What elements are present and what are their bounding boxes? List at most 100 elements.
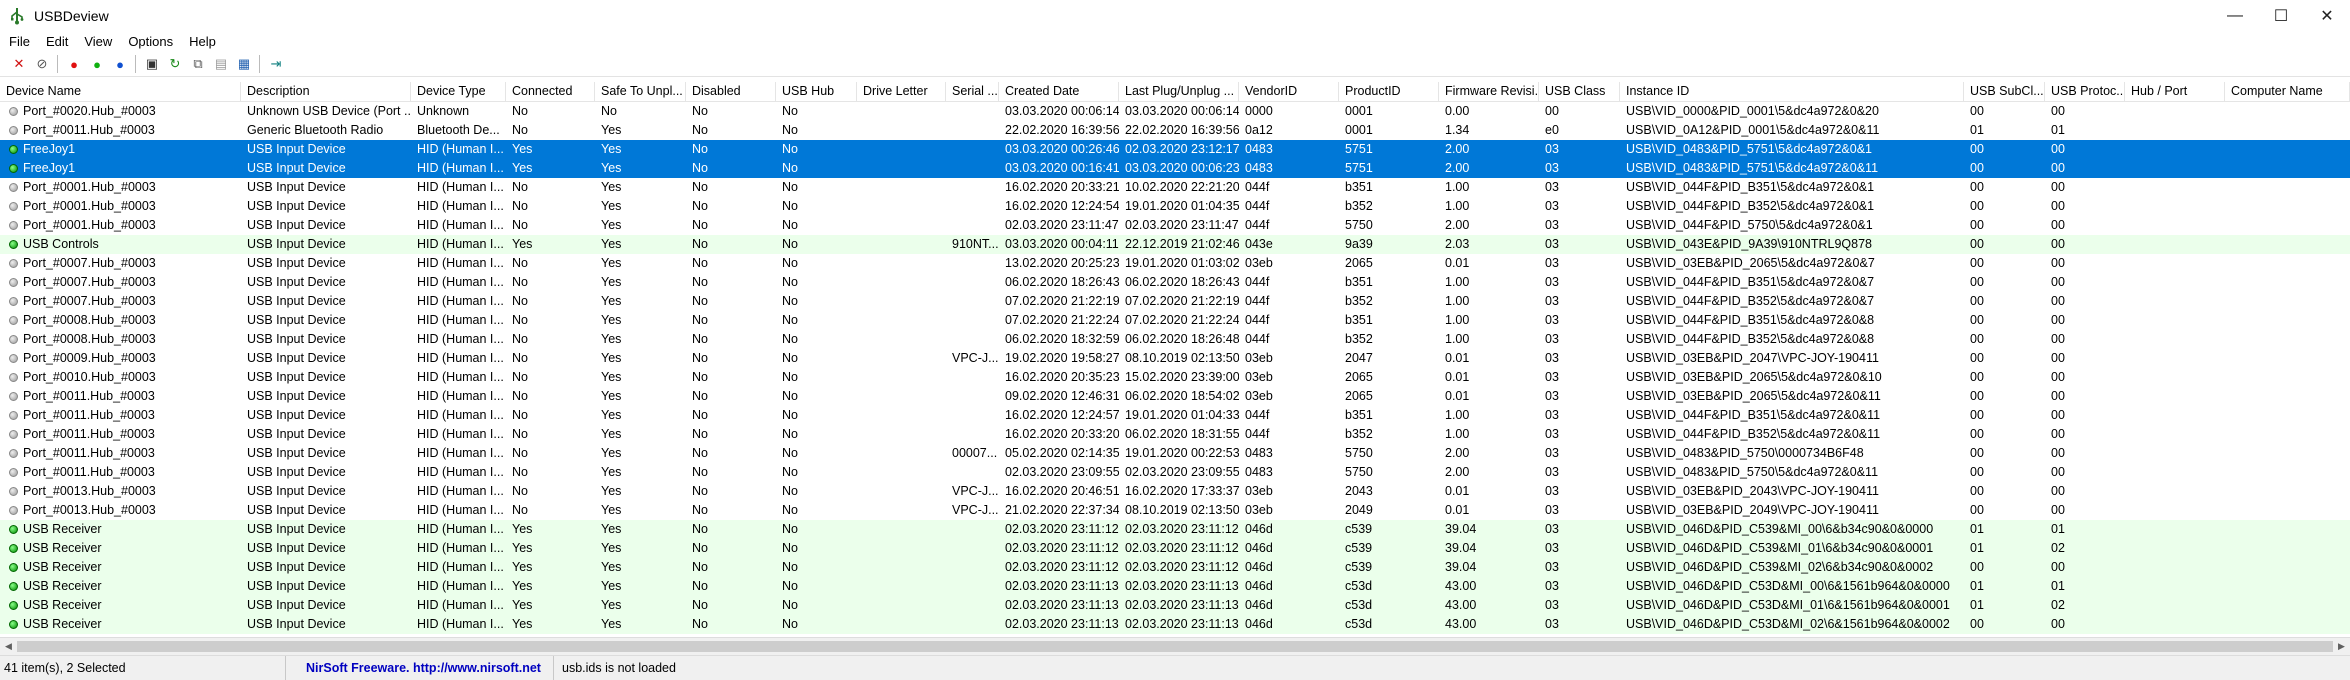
table-row[interactable]: USB Receiver USB Input Device HID (Human I… <box>0 558 2350 577</box>
table-row[interactable]: Port_#0008.Hub_#0003 USB Input Device HID … <box>0 311 2350 330</box>
table-cell: 01 <box>2051 579 2065 593</box>
refresh-icon[interactable]: ↻ <box>164 54 186 74</box>
table-cell: 044f <box>1245 294 1270 308</box>
table-cell: 03eb <box>1245 503 1273 517</box>
disconnect-red-icon[interactable]: ● <box>63 54 85 74</box>
close-button[interactable]: ✕ <box>2304 0 2350 31</box>
table-row[interactable]: Port_#0010.Hub_#0003 USB Input Device HID … <box>0 368 2350 387</box>
scroll-left-icon[interactable]: ◀ <box>0 638 17 655</box>
table-cell: 044f <box>1245 218 1270 232</box>
blue-dot-icon[interactable]: ● <box>109 54 131 74</box>
table-cell: No <box>512 123 528 137</box>
column-header[interactable]: Connected <box>506 82 595 101</box>
table-row[interactable]: USB Receiver USB Input Device HID (Human I… <box>0 520 2350 539</box>
menu-options[interactable]: Options <box>119 34 180 49</box>
table-row[interactable]: Port_#0011.Hub_#0003 USB Input Device HID … <box>0 387 2350 406</box>
menu-file[interactable]: File <box>0 34 37 49</box>
table-cell: Yes <box>512 522 533 536</box>
column-header[interactable]: Description <box>241 82 411 101</box>
table-row[interactable]: Port_#0008.Hub_#0003 USB Input Device HID … <box>0 330 2350 349</box>
column-header[interactable]: Instance ID <box>1620 82 1964 101</box>
column-header[interactable]: Disabled <box>686 82 776 101</box>
table-row[interactable]: FreeJoy1 USB Input Device HID (Human I... Y… <box>0 140 2350 159</box>
table-row[interactable]: Port_#0020.Hub_#0003 Unknown USB Device (… <box>0 102 2350 121</box>
scrollbar-thumb[interactable] <box>17 641 2333 652</box>
copy-icon[interactable]: ⧉ <box>187 54 209 74</box>
table-row[interactable]: Port_#0011.Hub_#0003 USB Input Device HID … <box>0 425 2350 444</box>
table-row[interactable]: Port_#0007.Hub_#0003 USB Input Device HID … <box>0 292 2350 311</box>
table-row[interactable]: Port_#0007.Hub_#0003 USB Input Device HID … <box>0 273 2350 292</box>
properties-icon[interactable]: ▦ <box>233 54 255 74</box>
table-row[interactable]: Port_#0011.Hub_#0003 USB Input Device HID … <box>0 406 2350 425</box>
menu-help[interactable]: Help <box>180 34 223 49</box>
table-row[interactable]: Port_#0013.Hub_#0003 USB Input Device HID … <box>0 501 2350 520</box>
column-header[interactable]: VendorID <box>1239 82 1339 101</box>
table-cell: 046d <box>1245 522 1273 536</box>
maximize-button[interactable]: ☐ <box>2258 0 2304 31</box>
table-cell: USB\VID_0483&PID_5751\5&dc4a972&0&1 <box>1626 142 1873 156</box>
table-row[interactable]: USB Controls USB Input Device HID (Human I… <box>0 235 2350 254</box>
table-row[interactable]: Port_#0007.Hub_#0003 USB Input Device HID … <box>0 254 2350 273</box>
table-cell: USB Input Device <box>247 598 346 612</box>
column-header[interactable]: Created Date <box>999 82 1119 101</box>
delete-icon[interactable]: ✕ <box>8 54 30 74</box>
table-cell: No <box>692 598 708 612</box>
scroll-right-icon[interactable]: ▶ <box>2333 638 2350 655</box>
table-cell: HID (Human I... <box>417 370 504 384</box>
table-row[interactable]: Port_#0011.Hub_#0003 USB Input Device HID … <box>0 444 2350 463</box>
column-header[interactable]: USB Class <box>1539 82 1620 101</box>
table-cell: USB\VID_03EB&PID_2065\5&dc4a972&0&11 <box>1626 389 1881 403</box>
exit-icon[interactable]: ⇥ <box>265 54 287 74</box>
column-header[interactable]: USB Protoc... <box>2045 82 2125 101</box>
column-header[interactable]: Device Type <box>411 82 506 101</box>
minimize-button[interactable]: — <box>2212 0 2258 31</box>
table-cell: 03 <box>1545 560 1559 574</box>
column-header[interactable]: Serial ... <box>946 82 999 101</box>
table-cell: 00 <box>1970 427 1984 441</box>
menu-edit[interactable]: Edit <box>37 34 75 49</box>
column-header[interactable]: USB Hub <box>776 82 857 101</box>
column-header[interactable]: Safe To Unpl... <box>595 82 686 101</box>
menu-view[interactable]: View <box>75 34 119 49</box>
table-row[interactable]: Port_#0013.Hub_#0003 USB Input Device HID … <box>0 482 2350 501</box>
table-cell: 0a12 <box>1245 123 1273 137</box>
table-row[interactable]: USB Receiver USB Input Device HID (Human I… <box>0 596 2350 615</box>
table-cell: No <box>782 142 798 156</box>
table-cell: 00007... <box>952 446 998 460</box>
horizontal-scrollbar[interactable]: ◀ ▶ <box>0 637 2350 655</box>
column-header[interactable]: Firmware Revisi... <box>1439 82 1539 101</box>
table-row[interactable]: Port_#0001.Hub_#0003 USB Input Device HID … <box>0 197 2350 216</box>
column-header[interactable]: Device Name <box>0 82 241 101</box>
table-row[interactable]: Port_#0009.Hub_#0003 USB Input Device HID … <box>0 349 2350 368</box>
enable-green-icon[interactable]: ● <box>86 54 108 74</box>
column-header[interactable]: ProductID <box>1339 82 1439 101</box>
report-icon[interactable]: ▤ <box>210 54 232 74</box>
table-cell: c539 <box>1345 541 1373 555</box>
table-cell: 00 <box>1970 465 1984 479</box>
column-header[interactable]: Computer Name <box>2225 82 2350 101</box>
column-header[interactable]: Drive Letter <box>857 82 946 101</box>
table-row[interactable]: USB Receiver USB Input Device HID (Human I… <box>0 615 2350 634</box>
column-header[interactable]: Hub / Port <box>2125 82 2225 101</box>
table-cell <box>946 577 999 596</box>
table-cell: 01 <box>2051 522 2065 536</box>
table-cell: No <box>782 541 798 555</box>
uninstall-icon[interactable]: ⊘ <box>31 54 53 74</box>
table-row[interactable]: Port_#0001.Hub_#0003 USB Input Device HID … <box>0 178 2350 197</box>
table-cell: No <box>782 503 798 517</box>
table-row[interactable]: Port_#0001.Hub_#0003 USB Input Device HID … <box>0 216 2350 235</box>
column-header[interactable]: USB SubCl... <box>1964 82 2045 101</box>
table-cell: No <box>692 389 708 403</box>
save-icon[interactable]: ▣ <box>141 54 163 74</box>
table-row[interactable]: USB Receiver USB Input Device HID (Human I… <box>0 577 2350 596</box>
table-cell <box>857 197 946 216</box>
table-cell <box>857 444 946 463</box>
table-row[interactable]: Port_#0011.Hub_#0003 Generic Bluetooth Ra… <box>0 121 2350 140</box>
table-row[interactable]: FreeJoy1 USB Input Device HID (Human I... Y… <box>0 159 2350 178</box>
column-header[interactable]: Last Plug/Unplug ... <box>1119 82 1239 101</box>
table-row[interactable]: USB Receiver USB Input Device HID (Human I… <box>0 539 2350 558</box>
table-row[interactable]: Port_#0011.Hub_#0003 USB Input Device HID … <box>0 463 2350 482</box>
nirsoft-link[interactable]: NirSoft Freeware. http://www.nirsoft.net <box>286 656 554 680</box>
device-list[interactable]: Device Name Description Device Type Connect… <box>0 82 2350 637</box>
table-cell <box>2225 254 2350 273</box>
